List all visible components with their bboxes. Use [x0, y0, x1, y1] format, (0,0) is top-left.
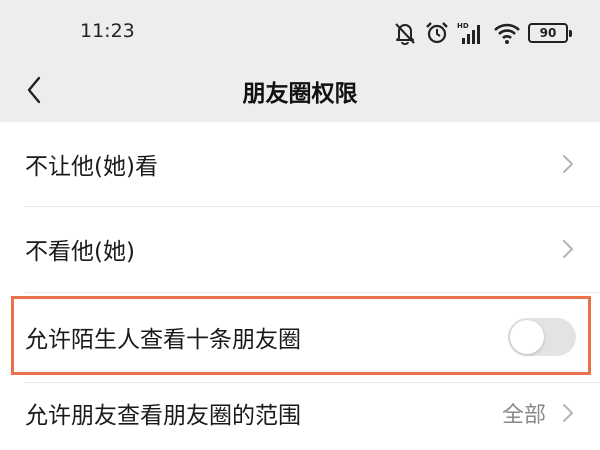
settings-list: 不让他(她)看 不看他(她) 允许陌生人查看十条朋友圈 允许朋友查看朋友圈的范围… — [0, 122, 600, 450]
page-title: 朋友圈权限 — [242, 81, 358, 107]
divider — [25, 292, 600, 293]
row-label: 允许陌生人查看十条朋友圈 — [25, 327, 301, 353]
hd-signal-icon: HD — [456, 20, 486, 46]
row-value: 全部 — [501, 403, 546, 428]
alarm-icon — [424, 20, 450, 46]
status-time: 11:23 — [80, 20, 135, 42]
battery-icon: 90 — [528, 23, 572, 43]
row-hide-my-moments[interactable]: 不让他(她)看 — [0, 122, 600, 206]
status-bar: 11:23 HD 90 — [0, 0, 600, 66]
svg-text:HD: HD — [457, 22, 469, 30]
row-friend-view-range[interactable]: 允许朋友查看朋友圈的范围 全部 — [0, 376, 600, 450]
stranger-view-toggle[interactable] — [508, 318, 576, 356]
mute-bell-icon — [392, 20, 418, 46]
wifi-icon — [492, 20, 522, 46]
row-label: 允许朋友查看朋友圈的范围 — [25, 403, 301, 429]
chevron-right-icon — [563, 155, 573, 173]
row-stranger-view-ten-posts: 允许陌生人查看十条朋友圈 — [0, 298, 600, 376]
chevron-right-icon — [563, 240, 573, 258]
nav-bar: 朋友圈权限 — [0, 66, 600, 122]
row-label: 不看他(她) — [25, 239, 135, 265]
battery-level: 90 — [539, 26, 557, 40]
chevron-right-icon — [563, 404, 573, 422]
row-hide-their-moments[interactable]: 不看他(她) — [0, 207, 600, 291]
row-label: 不让他(她)看 — [25, 154, 158, 180]
toggle-knob — [510, 320, 544, 354]
status-icons: HD 90 — [392, 16, 572, 50]
